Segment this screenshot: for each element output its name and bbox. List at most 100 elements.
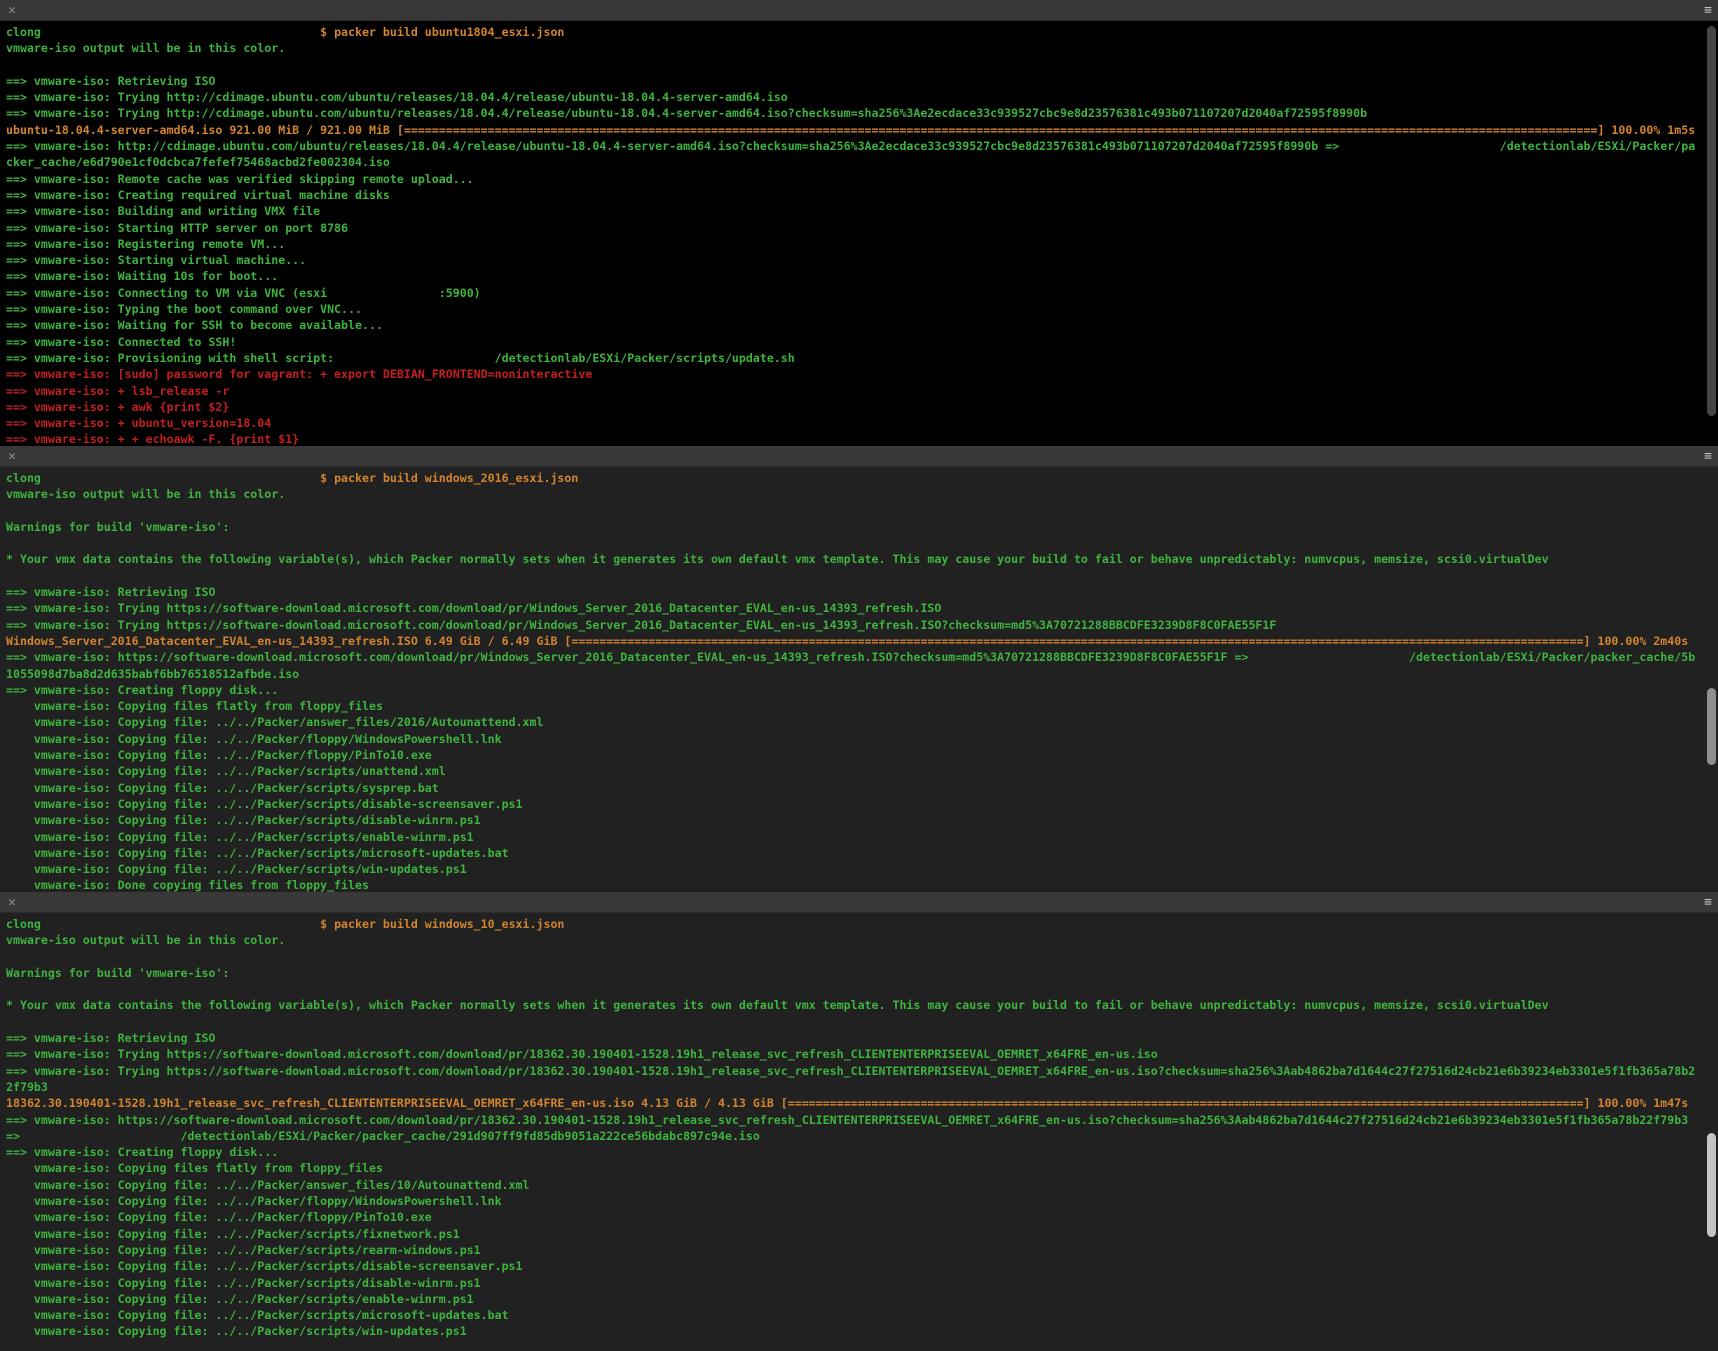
terminal-text-segment: vmware-iso: Copying file: ../../Packer/s… xyxy=(6,1292,474,1306)
terminal-text-segment xyxy=(20,1129,181,1143)
terminal-text-segment: ==> vmware-iso: https://software-downloa… xyxy=(6,1113,1688,1127)
scrollbar-thumb[interactable] xyxy=(1707,26,1716,416)
scrollbar[interactable] xyxy=(1705,22,1718,446)
terminal-line: Warnings for build 'vmware-iso': xyxy=(6,519,1718,535)
terminal-text-segment: vmware-iso: Copying file: ../../Packer/a… xyxy=(6,715,543,729)
terminal-line: vmware-iso: Copying file: ../../Packer/s… xyxy=(6,763,1718,779)
terminal-line: vmware-iso: Copying file: ../../Packer/f… xyxy=(6,731,1718,747)
terminal-text-segment: ==> vmware-iso: Creating floppy disk... xyxy=(6,683,278,697)
terminal-line: ==> vmware-iso: Provisioning with shell … xyxy=(6,350,1718,366)
close-icon[interactable]: ✕ xyxy=(8,446,16,467)
terminal-line: ==> vmware-iso: Creating required virtua… xyxy=(6,187,1718,203)
close-icon[interactable]: ✕ xyxy=(8,892,16,913)
terminal-line: 2f79b3 xyxy=(6,1079,1718,1095)
terminal-line xyxy=(6,57,1718,73)
titlebar: ✕ ≡ xyxy=(0,0,1718,21)
terminal-text-segment: $ packer build windows_10_esxi.json xyxy=(320,917,564,931)
menu-icon[interactable]: ≡ xyxy=(1704,446,1712,467)
terminal-text-segment: ] 100.00% 1m5s xyxy=(1597,123,1695,137)
terminal-line: * Your vmx data contains the following v… xyxy=(6,551,1718,567)
terminal-text-segment: ==> vmware-iso: Retrieving ISO xyxy=(6,585,215,599)
scrollbar[interactable] xyxy=(1705,468,1718,892)
terminal-text-segment: ==> vmware-iso: Waiting 10s for boot... xyxy=(6,269,278,283)
terminal-text-segment: 2f79b3 xyxy=(6,1080,48,1094)
terminal-line: vmware-iso: Copying file: ../../Packer/s… xyxy=(6,861,1718,877)
terminal-text-segment xyxy=(41,917,320,931)
terminal-text-segment: ==> vmware-iso: Typing the boot command … xyxy=(6,302,362,316)
terminal-text-segment: ==> vmware-iso: + + echoawk -F. {print $… xyxy=(6,432,299,446)
terminal-line: vmware-iso: Copying file: ../../Packer/s… xyxy=(6,1323,1718,1339)
terminal-line: vmware-iso: Copying file: ../../Packer/s… xyxy=(6,780,1718,796)
scrollbar-thumb[interactable] xyxy=(1707,688,1716,764)
terminal-line: vmware-iso: Done copying files from flop… xyxy=(6,877,1718,892)
terminal-line: ==> vmware-iso: Creating floppy disk... xyxy=(6,1144,1718,1160)
terminal-line: clong $ packer build windows_10_esxi.jso… xyxy=(6,916,1718,932)
terminal-text-segment: ==> vmware-iso: Trying http://cdimage.ub… xyxy=(6,106,1367,120)
terminal-line: ==> vmware-iso: + lsb_release -r xyxy=(6,383,1718,399)
terminal-text-segment: ] 100.00% 2m40s xyxy=(1584,634,1689,648)
close-icon[interactable]: ✕ xyxy=(8,0,16,21)
terminal-text-segment: vmware-iso: Copying file: ../../Packer/s… xyxy=(6,1324,467,1338)
terminal-output: clong $ packer build ubuntu1804_esxi.jso… xyxy=(0,21,1718,446)
terminal-line: clong $ packer build windows_2016_esxi.j… xyxy=(6,470,1718,486)
terminal-text-segment: vmware-iso output will be in this color. xyxy=(6,41,285,55)
terminal-line: clong $ packer build ubuntu1804_esxi.jso… xyxy=(6,24,1718,40)
terminal-text-segment: vmware-iso: Copying files flatly from fl… xyxy=(6,699,383,713)
terminal-line xyxy=(6,1014,1718,1030)
terminal-text-segment: ==> vmware-iso: Registering remote VM... xyxy=(6,237,285,251)
terminal-text-segment: ========================================… xyxy=(404,123,1598,137)
terminal-text-segment: * Your vmx data contains the following v… xyxy=(6,998,1549,1012)
terminal-text-segment: clong xyxy=(6,471,41,485)
terminal-text-segment: $ packer build ubuntu1804_esxi.json xyxy=(320,25,564,39)
terminal-line: vmware-iso: Copying files flatly from fl… xyxy=(6,698,1718,714)
terminal-line: ==> vmware-iso: Retrieving ISO xyxy=(6,73,1718,89)
terminal-line xyxy=(6,535,1718,551)
terminal-text-segment: ==> vmware-iso: [sudo] password for vagr… xyxy=(6,367,592,381)
terminal-text-segment: * Your vmx data contains the following v… xyxy=(6,552,1549,566)
menu-icon[interactable]: ≡ xyxy=(1704,892,1712,913)
terminal-line: ==> vmware-iso: Typing the boot command … xyxy=(6,301,1718,317)
menu-icon[interactable]: ≡ xyxy=(1704,0,1712,21)
terminal-text-segment: ==> vmware-iso: Starting virtual machine… xyxy=(6,253,306,267)
terminal-text-segment xyxy=(334,351,495,365)
terminal-text-segment: vmware-iso: Copying file: ../../Packer/s… xyxy=(6,1259,523,1273)
terminal-text-segment xyxy=(327,286,439,300)
terminal-text-segment: ==> vmware-iso: Creating required virtua… xyxy=(6,188,390,202)
terminal-line: ==> vmware-iso: + ubuntu_version=18.04 xyxy=(6,415,1718,431)
terminal-text-segment: ==> vmware-iso: Trying http://cdimage.ub… xyxy=(6,90,788,104)
terminal-line: vmware-iso: Copying file: ../../Packer/s… xyxy=(6,812,1718,828)
terminal-line: ==> vmware-iso: Trying http://cdimage.ub… xyxy=(6,89,1718,105)
terminal-line: ==> vmware-iso: Registering remote VM... xyxy=(6,236,1718,252)
scrollbar[interactable] xyxy=(1705,914,1718,1351)
terminal-line: ==> vmware-iso: Waiting for SSH to becom… xyxy=(6,317,1718,333)
terminal-line xyxy=(6,981,1718,997)
terminal-text-segment: /detectionlab/ESXi/Packer/packer_cache/5… xyxy=(1409,650,1695,664)
terminal-line: ==> vmware-iso: Trying https://software-… xyxy=(6,1046,1718,1062)
terminal-line: ==> vmware-iso: Trying http://cdimage.ub… xyxy=(6,105,1718,121)
terminal-line: Windows_Server_2016_Datacenter_EVAL_en-u… xyxy=(6,633,1718,649)
terminal-text-segment: ==> vmware-iso: Retrieving ISO xyxy=(6,1031,215,1045)
terminal-text-segment xyxy=(41,471,320,485)
terminal-text-segment: Windows_Server_2016_Datacenter_EVAL_en-u… xyxy=(6,634,571,648)
terminal-text-segment: /detectionlab/ESXi/Packer/packer_cache/2… xyxy=(181,1129,760,1143)
terminal-line: ==> vmware-iso: Trying https://software-… xyxy=(6,1063,1718,1079)
terminal-text-segment: ==> vmware-iso: Starting HTTP server on … xyxy=(6,221,348,235)
terminal-text-segment: ==> vmware-iso: + awk {print $2} xyxy=(6,400,229,414)
terminal-line: vmware-iso: Copying file: ../../Packer/s… xyxy=(6,845,1718,861)
terminal-text-segment: vmware-iso: Copying file: ../../Packer/s… xyxy=(6,1227,460,1241)
terminal-text-segment: ==> vmware-iso: Provisioning with shell … xyxy=(6,351,334,365)
terminal-line: ==> vmware-iso: [sudo] password for vagr… xyxy=(6,366,1718,382)
terminal-text-segment: ==> vmware-iso: Trying https://software-… xyxy=(6,618,1276,632)
terminal-line: ==> vmware-iso: Retrieving ISO xyxy=(6,1030,1718,1046)
terminal-text-segment: vmware-iso output will be in this color. xyxy=(6,933,285,947)
terminal-text-segment: Warnings for build 'vmware-iso': xyxy=(6,966,229,980)
terminal-line: ==> vmware-iso: https://software-downloa… xyxy=(6,1112,1718,1128)
scrollbar-thumb[interactable] xyxy=(1707,1133,1716,1238)
terminal-line: ==> vmware-iso: Starting HTTP server on … xyxy=(6,220,1718,236)
terminal-text-segment: ==> vmware-iso: Remote cache was verifie… xyxy=(6,172,474,186)
terminal-text-segment: vmware-iso: Copying files flatly from fl… xyxy=(6,1161,383,1175)
terminal-text-segment: ==> vmware-iso: + ubuntu_version=18.04 xyxy=(6,416,271,430)
terminal-line: cker_cache/e6d790e1cf0dcbca7fefef75468ac… xyxy=(6,154,1718,170)
terminal-text-segment: vmware-iso: Copying file: ../../Packer/s… xyxy=(6,846,509,860)
terminal-text-segment xyxy=(1248,650,1409,664)
